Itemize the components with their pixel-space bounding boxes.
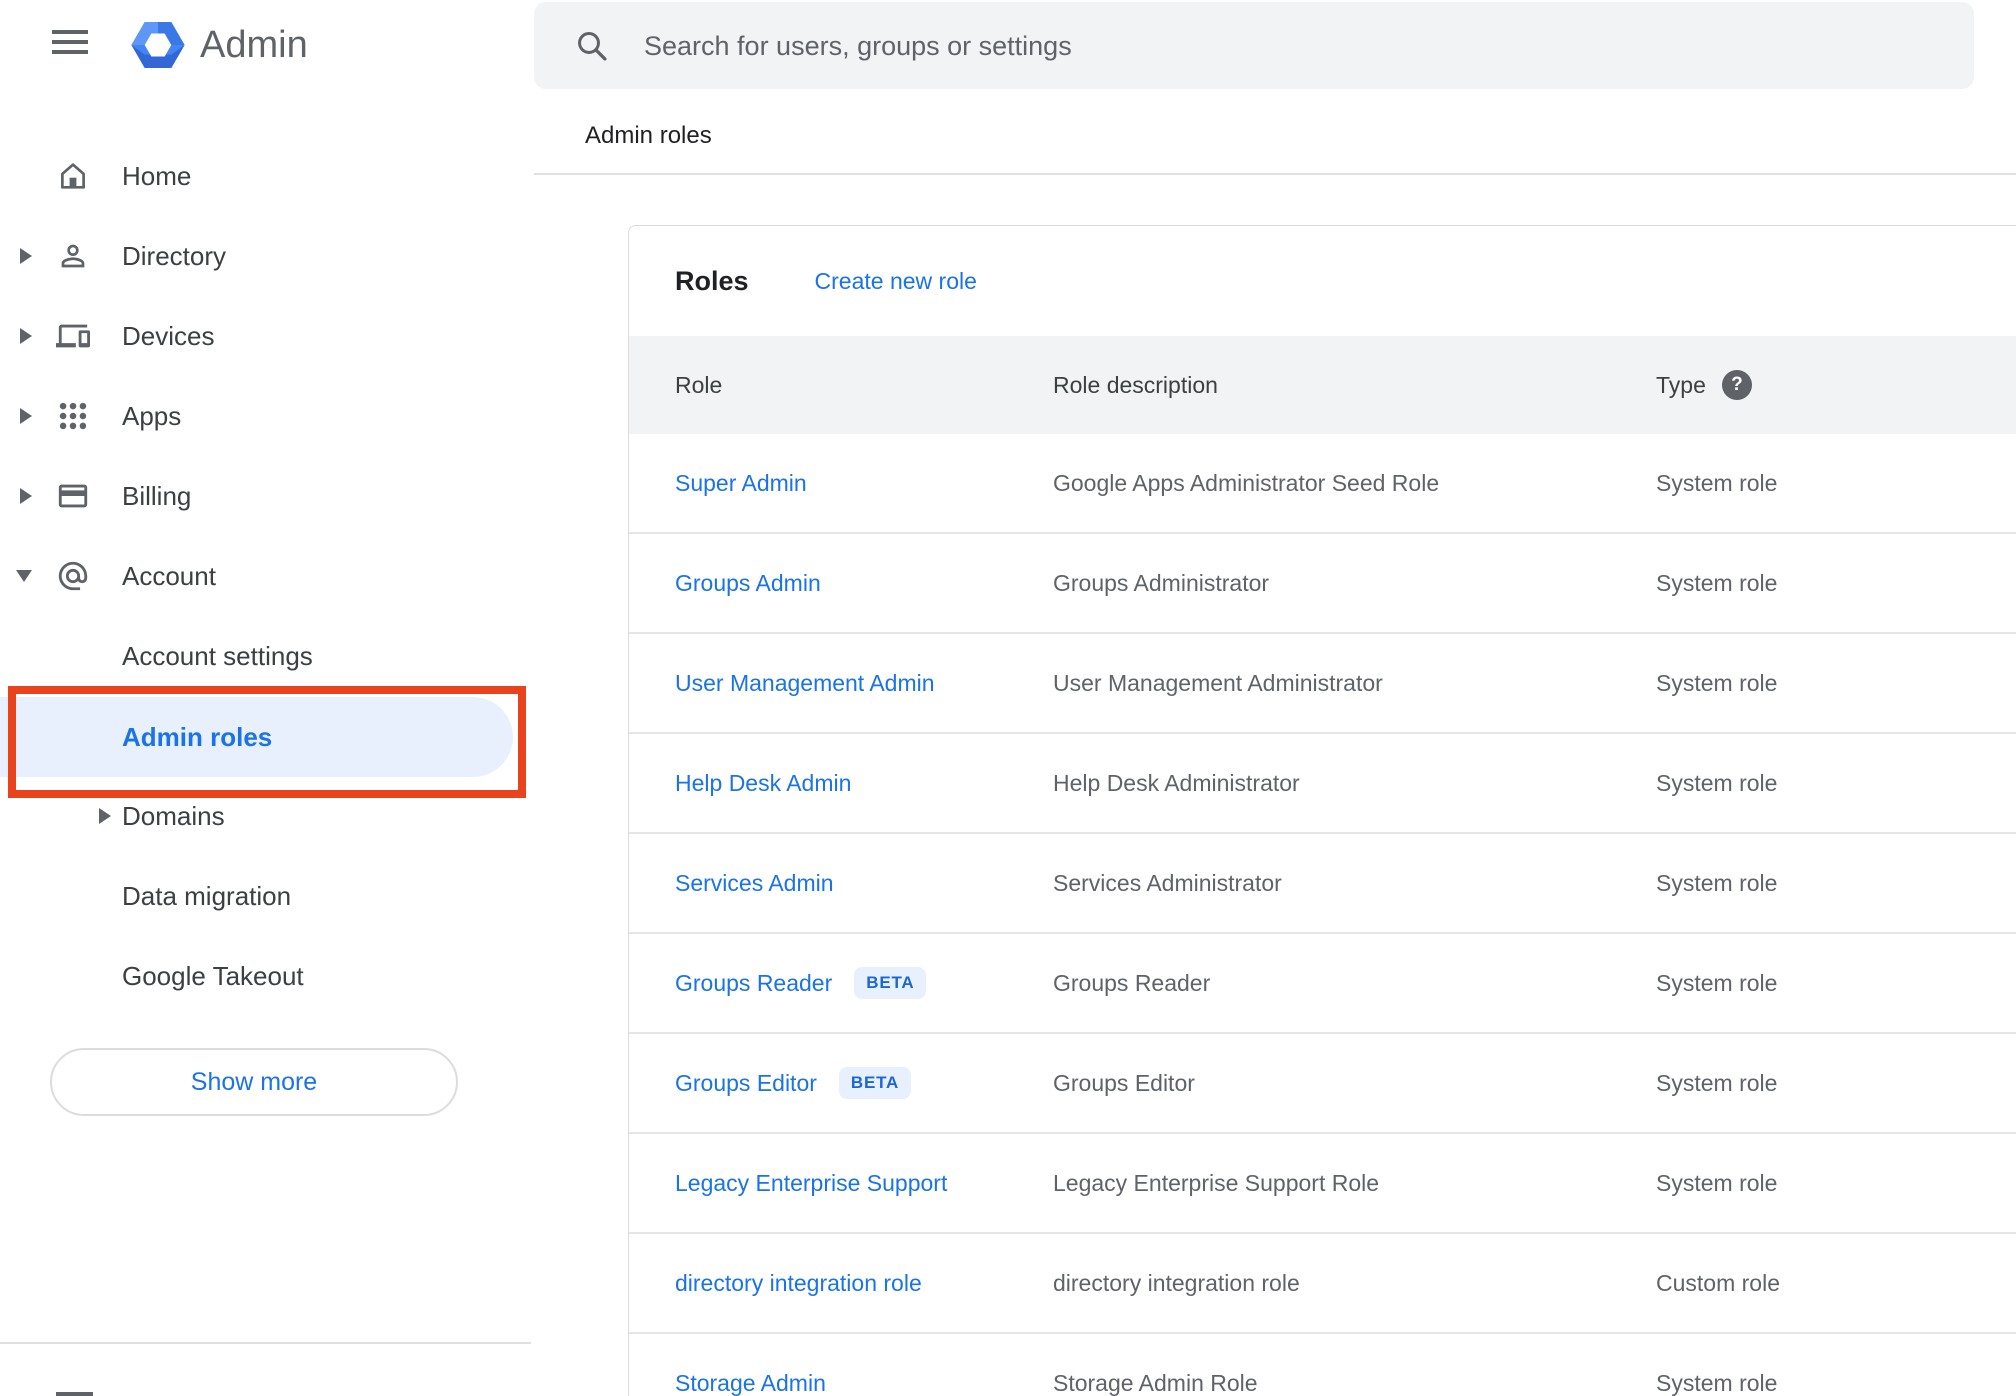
hamburger-menu-icon[interactable] (52, 30, 88, 54)
chevron-right-icon[interactable] (20, 488, 32, 504)
sidebar: Admin Home Directory Devices Apps Billin… (0, 0, 531, 1396)
chevron-down-icon[interactable] (16, 570, 32, 582)
role-type: System role (1656, 769, 1778, 796)
table-row: Super Admin Google Apps Administrator Se… (629, 434, 2016, 534)
roles-table-body: Super Admin Google Apps Administrator Se… (629, 434, 2016, 1396)
role-description: Groups Administrator (1053, 569, 1270, 596)
sidebar-item-directory[interactable]: Directory (0, 216, 531, 296)
search-input[interactable] (642, 2, 1946, 91)
table-row: Groups Admin Groups Administrator System… (629, 534, 2016, 634)
sidebar-bottom-divider (0, 1342, 531, 1344)
role-type: System role (1656, 1069, 1778, 1096)
role-description: directory integration role (1053, 1269, 1300, 1296)
role-type: System role (1656, 669, 1778, 696)
table-row: Services Admin Services Administrator Sy… (629, 834, 2016, 934)
role-description: Groups Reader (1053, 969, 1211, 996)
role-type: System role (1656, 1169, 1778, 1196)
sidebar-item-label: Account settings (122, 641, 313, 671)
role-link[interactable]: Groups Admin (675, 570, 821, 597)
sidebar-item-label: Directory (122, 241, 227, 271)
help-icon[interactable]: ? (1721, 370, 1752, 400)
sidebar-item-billing[interactable]: Billing (0, 456, 531, 536)
sidebar-item-label: Apps (122, 401, 182, 431)
sidebar-item-devices[interactable]: Devices (0, 296, 531, 376)
role-description: Services Administrator (1053, 869, 1282, 896)
column-header-type: Type (1656, 371, 1706, 398)
role-link[interactable]: Help Desk Admin (675, 770, 851, 797)
create-new-role-link[interactable]: Create new role (815, 268, 977, 295)
partial-icon (56, 1392, 93, 1396)
table-row: Storage Admin Storage Admin Role System … (629, 1334, 2016, 1396)
sidebar-item-label: Data migration (122, 881, 292, 911)
column-header-role: Role (675, 371, 723, 398)
roles-card-header: Roles Create new role (629, 226, 2016, 336)
search-icon (574, 28, 610, 64)
sidebar-item-account[interactable]: Account (0, 536, 531, 616)
show-more-button[interactable]: Show more (50, 1048, 458, 1116)
sidebar-item-home[interactable]: Home (0, 136, 531, 216)
table-row: User Management Admin User Management Ad… (629, 634, 2016, 734)
column-header-description: Role description (1053, 371, 1218, 398)
billing-card-icon (56, 479, 90, 513)
sidebar-item-google-takeout[interactable]: Google Takeout (0, 936, 531, 1016)
role-link[interactable]: User Management Admin (675, 670, 935, 697)
role-link[interactable]: Groups Reader (675, 970, 832, 997)
sidebar-item-data-migration[interactable]: Data migration (0, 856, 531, 936)
role-link[interactable]: Legacy Enterprise Support (675, 1170, 947, 1197)
role-link[interactable]: directory integration role (675, 1270, 922, 1297)
admin-console-page: Admin Home Directory Devices Apps Billin… (0, 0, 2016, 1396)
role-type: System role (1656, 1369, 1778, 1396)
breadcrumb: Admin roles (585, 122, 712, 149)
role-description: Help Desk Administrator (1053, 769, 1300, 796)
role-description: Google Apps Administrator Seed Role (1053, 469, 1440, 496)
breadcrumb-divider (534, 173, 2016, 175)
table-row: Groups Reader BETA Groups Reader System … (629, 934, 2016, 1034)
role-description: User Management Administrator (1053, 669, 1383, 696)
home-icon (56, 159, 90, 193)
table-row: directory integration role directory int… (629, 1234, 2016, 1334)
admin-logo-icon (128, 16, 188, 74)
role-type: System role (1656, 869, 1778, 896)
sidebar-item-account-settings[interactable]: Account settings (0, 616, 531, 696)
apps-grid-icon (56, 399, 90, 433)
beta-badge: BETA (838, 1067, 912, 1099)
sidebar-item-label: Google Takeout (122, 961, 304, 991)
role-description: Storage Admin Role (1053, 1369, 1258, 1396)
beta-badge: BETA (854, 967, 927, 999)
table-row: Groups Editor BETA Groups Editor System … (629, 1034, 2016, 1134)
role-type: System role (1656, 469, 1778, 496)
role-link[interactable]: Services Admin (675, 870, 834, 897)
roles-title: Roles (675, 265, 749, 296)
table-row: Help Desk Admin Help Desk Administrator … (629, 734, 2016, 834)
sidebar-item-label: Home (122, 161, 192, 191)
sidebar-item-label: Devices (122, 321, 215, 351)
role-description: Legacy Enterprise Support Role (1053, 1169, 1380, 1196)
sidebar-item-label: Billing (122, 481, 192, 511)
sidebar-item-label: Account (122, 561, 216, 591)
chevron-right-icon[interactable] (20, 248, 32, 264)
account-at-icon (56, 559, 90, 593)
directory-person-icon (56, 239, 90, 273)
chevron-right-icon[interactable] (20, 408, 32, 424)
devices-icon (56, 319, 90, 353)
table-header: Role Role description Type ? (629, 336, 2016, 434)
role-link[interactable]: Groups Editor (675, 1070, 817, 1097)
role-link[interactable]: Super Admin (675, 470, 807, 497)
role-description: Groups Editor (1053, 1069, 1195, 1096)
table-row: Legacy Enterprise Support Legacy Enterpr… (629, 1134, 2016, 1234)
chevron-right-icon[interactable] (99, 808, 111, 824)
chevron-right-icon[interactable] (20, 328, 32, 344)
admin-logo-text: Admin (200, 24, 308, 66)
sidebar-item-apps[interactable]: Apps (0, 376, 531, 456)
roles-card: Roles Create new role Role Role descript… (628, 225, 2016, 1396)
search-bar[interactable] (534, 2, 1974, 91)
role-type: Custom role (1656, 1269, 1780, 1296)
annotation-highlight-box (8, 686, 526, 798)
role-link[interactable]: Storage Admin (675, 1370, 826, 1396)
role-type: System role (1656, 969, 1778, 996)
role-type: System role (1656, 569, 1778, 596)
